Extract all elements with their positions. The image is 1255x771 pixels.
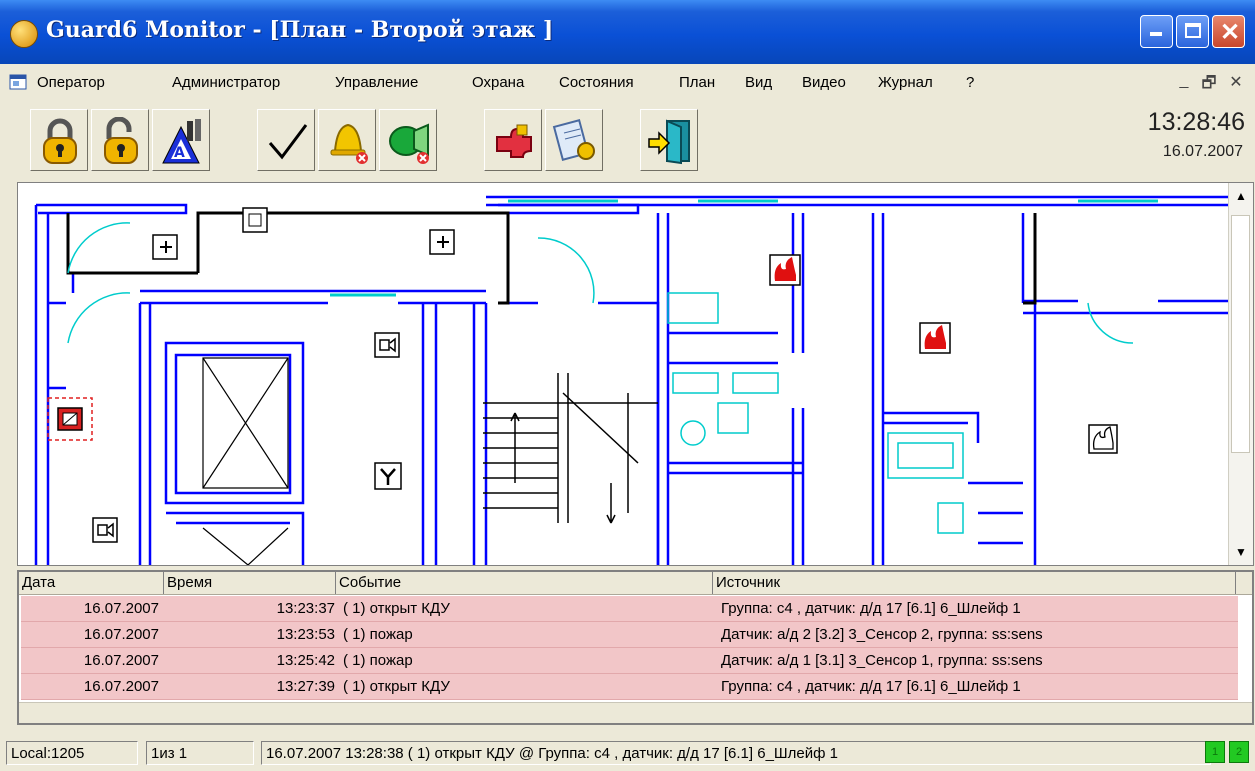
status-led-2: 2: [1229, 741, 1249, 763]
scroll-thumb[interactable]: [1231, 215, 1250, 453]
camera-icon[interactable]: [374, 332, 400, 358]
menu-journal[interactable]: Журнал: [878, 74, 933, 91]
cell-date: 16.07.2007: [83, 600, 159, 617]
menu-operator[interactable]: Оператор: [37, 74, 105, 91]
cell-source: Группа: с4 , датчик: д/д 17 [6.1] 6_Шлей…: [721, 600, 1021, 617]
modules-button[interactable]: [484, 109, 542, 171]
floor-plan-drawing: [34, 195, 1230, 565]
scroll-down-arrow[interactable]: ▼: [1231, 542, 1251, 562]
cell-date: 16.07.2007: [83, 626, 159, 643]
arm-zones-button[interactable]: A: [152, 109, 210, 171]
exit-door-icon: [648, 119, 690, 165]
lock-button[interactable]: [30, 109, 88, 171]
menu-control[interactable]: Управление: [335, 74, 418, 91]
table-row[interactable]: 16.07.2007 13:23:53 ( 1) пожар Датчик: а…: [21, 622, 1238, 648]
mdi-minimize-button[interactable]: _: [1174, 72, 1194, 92]
menu-bar: Оператор Администратор Управление Охрана…: [0, 64, 1255, 103]
floor-plan[interactable]: ▲ ▼: [17, 182, 1254, 566]
cell-time: 13:25:42: [276, 652, 335, 669]
close-button[interactable]: ✕: [1212, 15, 1245, 48]
menu-security[interactable]: Охрана: [472, 74, 524, 91]
cell-source: Группа: с4 , датчик: д/д 17 [6.1] 6_Шлей…: [721, 678, 1021, 695]
menu-view[interactable]: Вид: [745, 74, 772, 91]
menu-plan[interactable]: План: [679, 74, 715, 91]
cell-source: Датчик: а/д 1 [3.1] 3_Сенсор 1, группа: …: [721, 652, 1043, 669]
mdi-child-icon[interactable]: [8, 72, 30, 94]
column-time[interactable]: Время: [164, 572, 336, 594]
plan-scrollbar[interactable]: ▲ ▼: [1228, 183, 1253, 565]
fire-sensor-alarm-icon[interactable]: [919, 322, 951, 354]
cell-time: 13:23:53: [276, 626, 335, 643]
document-seal-icon: [552, 118, 595, 162]
maximize-button[interactable]: [1176, 15, 1209, 48]
menu-administrator[interactable]: Администратор: [172, 74, 280, 91]
status-message: 16.07.2007 13:28:38 ( 1) открыт КДУ @ Гр…: [261, 741, 1211, 765]
cell-event: ( 1) открыт КДУ: [343, 600, 450, 617]
fire-sensor-icon[interactable]: [1088, 424, 1118, 454]
event-log-table: Дата Время Событие Источник 16.07.2007 1…: [17, 570, 1254, 725]
table-row[interactable]: 16.07.2007 13:27:39 ( 1) открыт КДУ Груп…: [21, 674, 1238, 700]
column-event[interactable]: Событие: [336, 572, 713, 594]
column-source[interactable]: Источник: [713, 572, 1236, 594]
alarm-door-sensor-icon[interactable]: [47, 397, 93, 441]
clock-time: 13:28:46: [1147, 108, 1245, 136]
padlock-closed-icon: [43, 118, 77, 164]
cell-source: Датчик: а/д 2 [3.2] 3_Сенсор 2, группа: …: [721, 626, 1043, 643]
puzzle-icon: [496, 124, 532, 158]
scroll-up-arrow[interactable]: ▲: [1231, 186, 1251, 206]
table-row[interactable]: 16.07.2007 13:23:37 ( 1) открыт КДУ Груп…: [21, 596, 1238, 622]
mdi-close-button[interactable]: ✕: [1226, 72, 1246, 92]
acknowledge-button[interactable]: [257, 109, 315, 171]
unlock-button[interactable]: [91, 109, 149, 171]
table-header: Дата Время Событие Источник: [19, 572, 1252, 595]
status-led-1: 1: [1205, 741, 1225, 763]
exit-button[interactable]: [640, 109, 698, 171]
fire-sensor-alarm-icon[interactable]: [769, 254, 801, 286]
door-sensor-icon[interactable]: [429, 229, 455, 255]
status-bar: Local:1205 1из 1 16.07.2007 13:28:38 ( 1…: [0, 733, 1255, 771]
splitter-icon[interactable]: [374, 462, 402, 490]
siren-muted-icon: [389, 123, 429, 164]
bell-muted-icon: [330, 123, 368, 164]
padlock-open-icon: [104, 117, 138, 164]
cell-event: ( 1) пожар: [343, 626, 413, 643]
clock-date: 16.07.2007: [1162, 143, 1243, 160]
svg-text:A: A: [174, 145, 185, 161]
menu-states[interactable]: Состояния: [559, 74, 634, 91]
mdi-restore-button[interactable]: 🗗: [1199, 72, 1219, 92]
cell-date: 16.07.2007: [83, 678, 159, 695]
column-date[interactable]: Дата: [19, 572, 164, 594]
checkmark-icon: [268, 124, 308, 160]
status-page: 1из 1: [146, 741, 254, 765]
menu-video[interactable]: Видео: [802, 74, 846, 91]
cell-event: ( 1) открыт КДУ: [343, 678, 450, 695]
mute-siren-button[interactable]: [379, 109, 437, 171]
log-footer: [19, 702, 1252, 723]
window-title: Guard6 Monitor - [План - Второй этаж ]: [46, 17, 554, 43]
cell-time: 13:23:37: [276, 600, 335, 617]
app-icon[interactable]: [10, 20, 38, 48]
minimize-button[interactable]: [1140, 15, 1173, 48]
panel-icon[interactable]: [242, 207, 268, 233]
camera-icon[interactable]: [92, 517, 118, 543]
cell-event: ( 1) пожар: [343, 652, 413, 669]
table-row[interactable]: 16.07.2007 13:25:42 ( 1) пожар Датчик: а…: [21, 648, 1238, 674]
title-bar: Guard6 Monitor - [План - Второй этаж ] ✕: [0, 0, 1255, 64]
menu-help[interactable]: ?: [966, 74, 974, 91]
arm-zones-icon: A: [162, 119, 201, 164]
status-connection: Local:1205: [6, 741, 138, 765]
mute-bell-button[interactable]: [318, 109, 376, 171]
report-button[interactable]: [545, 109, 603, 171]
cell-date: 16.07.2007: [83, 652, 159, 669]
door-sensor-icon[interactable]: [152, 234, 178, 260]
cell-time: 13:27:39: [276, 678, 335, 695]
